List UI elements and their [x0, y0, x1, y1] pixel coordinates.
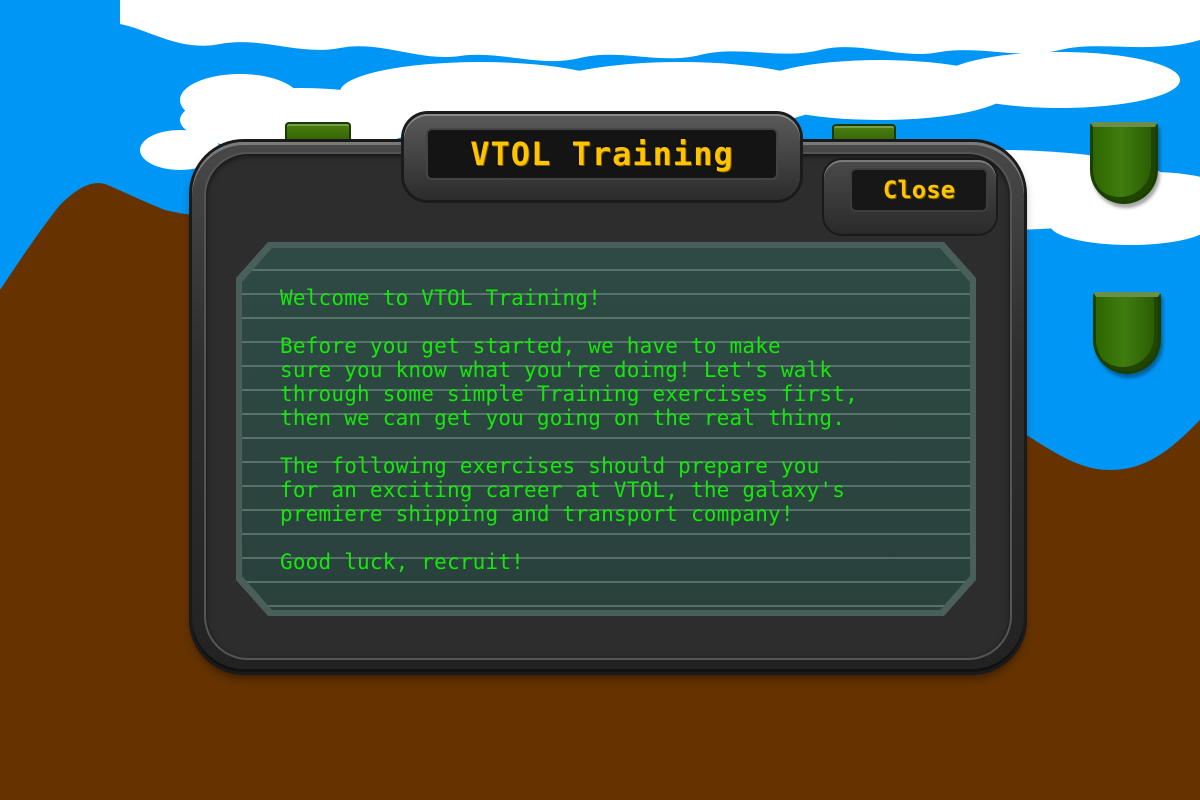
training-message: Welcome to VTOL Training! Before you get…: [280, 286, 960, 598]
close-button-label: Close: [882, 176, 956, 204]
close-button[interactable]: Close: [850, 168, 988, 212]
message-paragraph: Before you get started, we have to make …: [280, 334, 858, 430]
message-paragraph: The following exercises should prepare y…: [280, 454, 846, 526]
close-plate: Close: [824, 160, 996, 234]
message-paragraph: Welcome to VTOL Training!: [280, 286, 602, 310]
side-button-top[interactable]: [1090, 122, 1158, 204]
side-button-bottom[interactable]: [1093, 292, 1161, 374]
message-paragraph: Good luck, recruit!: [280, 550, 525, 574]
title-plate: VTOL Training: [404, 114, 800, 200]
dialog-title: VTOL Training: [470, 135, 734, 173]
title-display: VTOL Training: [426, 128, 778, 180]
